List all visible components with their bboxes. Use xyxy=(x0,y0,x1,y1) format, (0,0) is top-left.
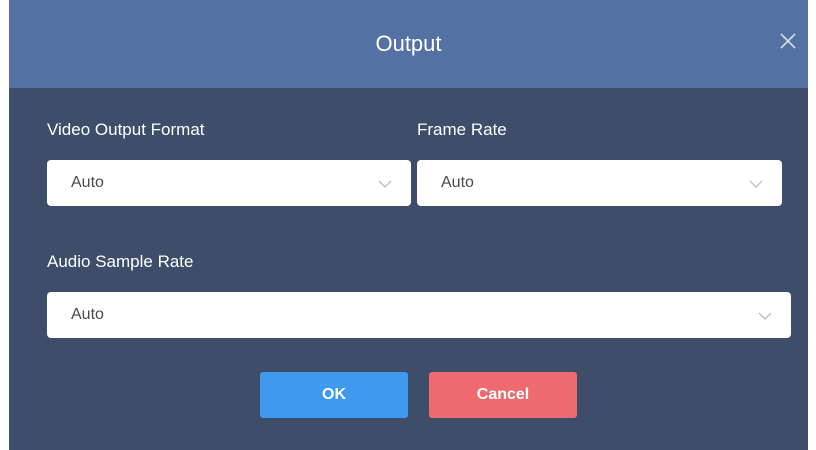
audio-sample-rate-value: Auto xyxy=(71,306,104,323)
video-output-format-select[interactable]: Auto xyxy=(47,160,411,206)
frame-rate-label: Frame Rate xyxy=(417,120,507,139)
close-icon[interactable] xyxy=(778,31,798,51)
frame-rate-select[interactable]: Auto xyxy=(417,160,782,206)
output-dialog: Output Video Output Format Auto Frame Ra… xyxy=(9,0,808,450)
cancel-button[interactable]: Cancel xyxy=(429,372,577,418)
chevron-down-icon xyxy=(377,178,393,190)
dialog-title: Output xyxy=(375,31,442,56)
frame-rate-value: Auto xyxy=(441,174,474,191)
video-output-format-value: Auto xyxy=(71,174,104,191)
dialog-title-bar: Output xyxy=(9,0,808,88)
chevron-down-icon xyxy=(757,310,773,322)
video-output-format-label: Video Output Format xyxy=(47,120,205,139)
ok-button[interactable]: OK xyxy=(260,372,408,418)
chevron-down-icon xyxy=(748,178,764,190)
audio-sample-rate-label: Audio Sample Rate xyxy=(47,252,194,271)
audio-sample-rate-select[interactable]: Auto xyxy=(47,292,791,338)
